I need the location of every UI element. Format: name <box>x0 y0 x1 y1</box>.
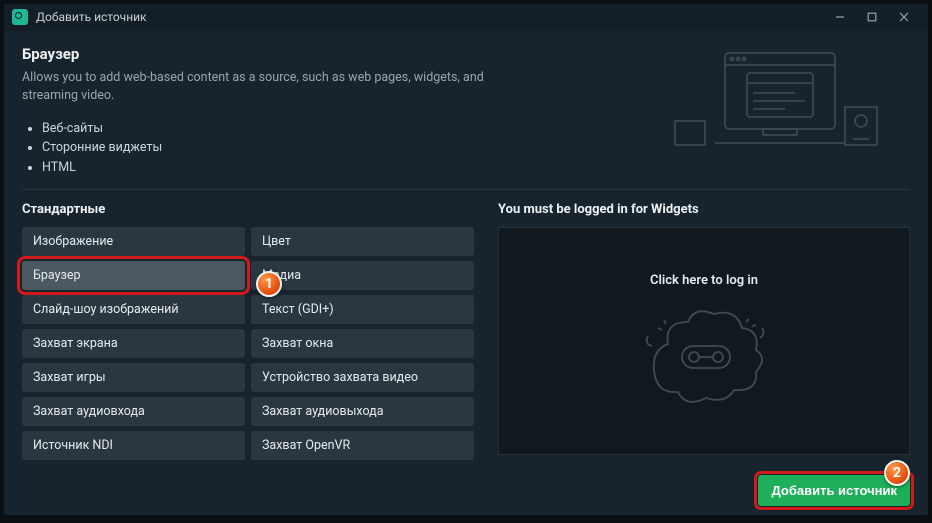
source-pill[interactable]: Устройство захвата видео <box>251 363 474 392</box>
browser-illustration-icon <box>640 45 910 167</box>
close-button[interactable] <box>888 5 920 29</box>
standard-sources-grid: ИзображениеЦветБраузерМедиаСлайд-шоу изо… <box>22 227 474 460</box>
source-pill[interactable]: Цвет <box>251 227 474 256</box>
source-heading: Браузер <box>22 45 616 63</box>
feature-item: Веб-сайты <box>42 119 616 138</box>
feature-item: Сторонние виджеты <box>42 138 616 157</box>
window-title: Добавить источник <box>36 10 824 24</box>
annotation-badge-1: 1 <box>256 271 282 297</box>
widgets-title: You must be logged in for Widgets <box>498 202 910 217</box>
source-pill[interactable]: Захват аудиовхода <box>22 397 245 426</box>
source-pill[interactable]: Слайд-шоу изображений <box>22 295 245 324</box>
source-pill[interactable]: Браузер <box>22 261 245 290</box>
source-pill[interactable]: Захват игры <box>22 363 245 392</box>
source-pill[interactable]: Медиа <box>251 261 474 290</box>
minimize-button[interactable] <box>824 5 856 29</box>
maximize-button[interactable] <box>856 5 888 29</box>
add-source-window: Добавить источник Браузер Allows you to … <box>4 4 928 515</box>
source-features-list: Веб-сайты Сторонние виджеты HTML <box>22 119 616 177</box>
annotation-badge-2: 2 <box>884 460 910 486</box>
source-pill[interactable]: Захват окна <box>251 329 474 358</box>
source-pill[interactable]: Захват экрана <box>22 329 245 358</box>
widgets-login-panel[interactable]: Click here to log in <box>498 227 910 455</box>
source-pill[interactable]: Текст (GDI+) <box>251 295 474 324</box>
source-pill[interactable]: Источник NDI <box>22 431 245 460</box>
feature-item: HTML <box>42 158 616 177</box>
app-icon <box>12 9 28 25</box>
source-hero: Браузер Allows you to add web-based cont… <box>22 45 910 190</box>
source-pill[interactable]: Изображение <box>22 227 245 256</box>
login-prompt: Click here to log in <box>650 273 758 288</box>
titlebar: Добавить источник <box>4 4 928 31</box>
source-description: Allows you to add web-based content as a… <box>22 69 522 105</box>
dialog-footer: Добавить источник <box>22 465 910 515</box>
standard-title: Стандартные <box>22 202 474 217</box>
source-pill[interactable]: Захват аудиовыхода <box>251 397 474 426</box>
source-pill[interactable]: Захват OpenVR <box>251 431 474 460</box>
